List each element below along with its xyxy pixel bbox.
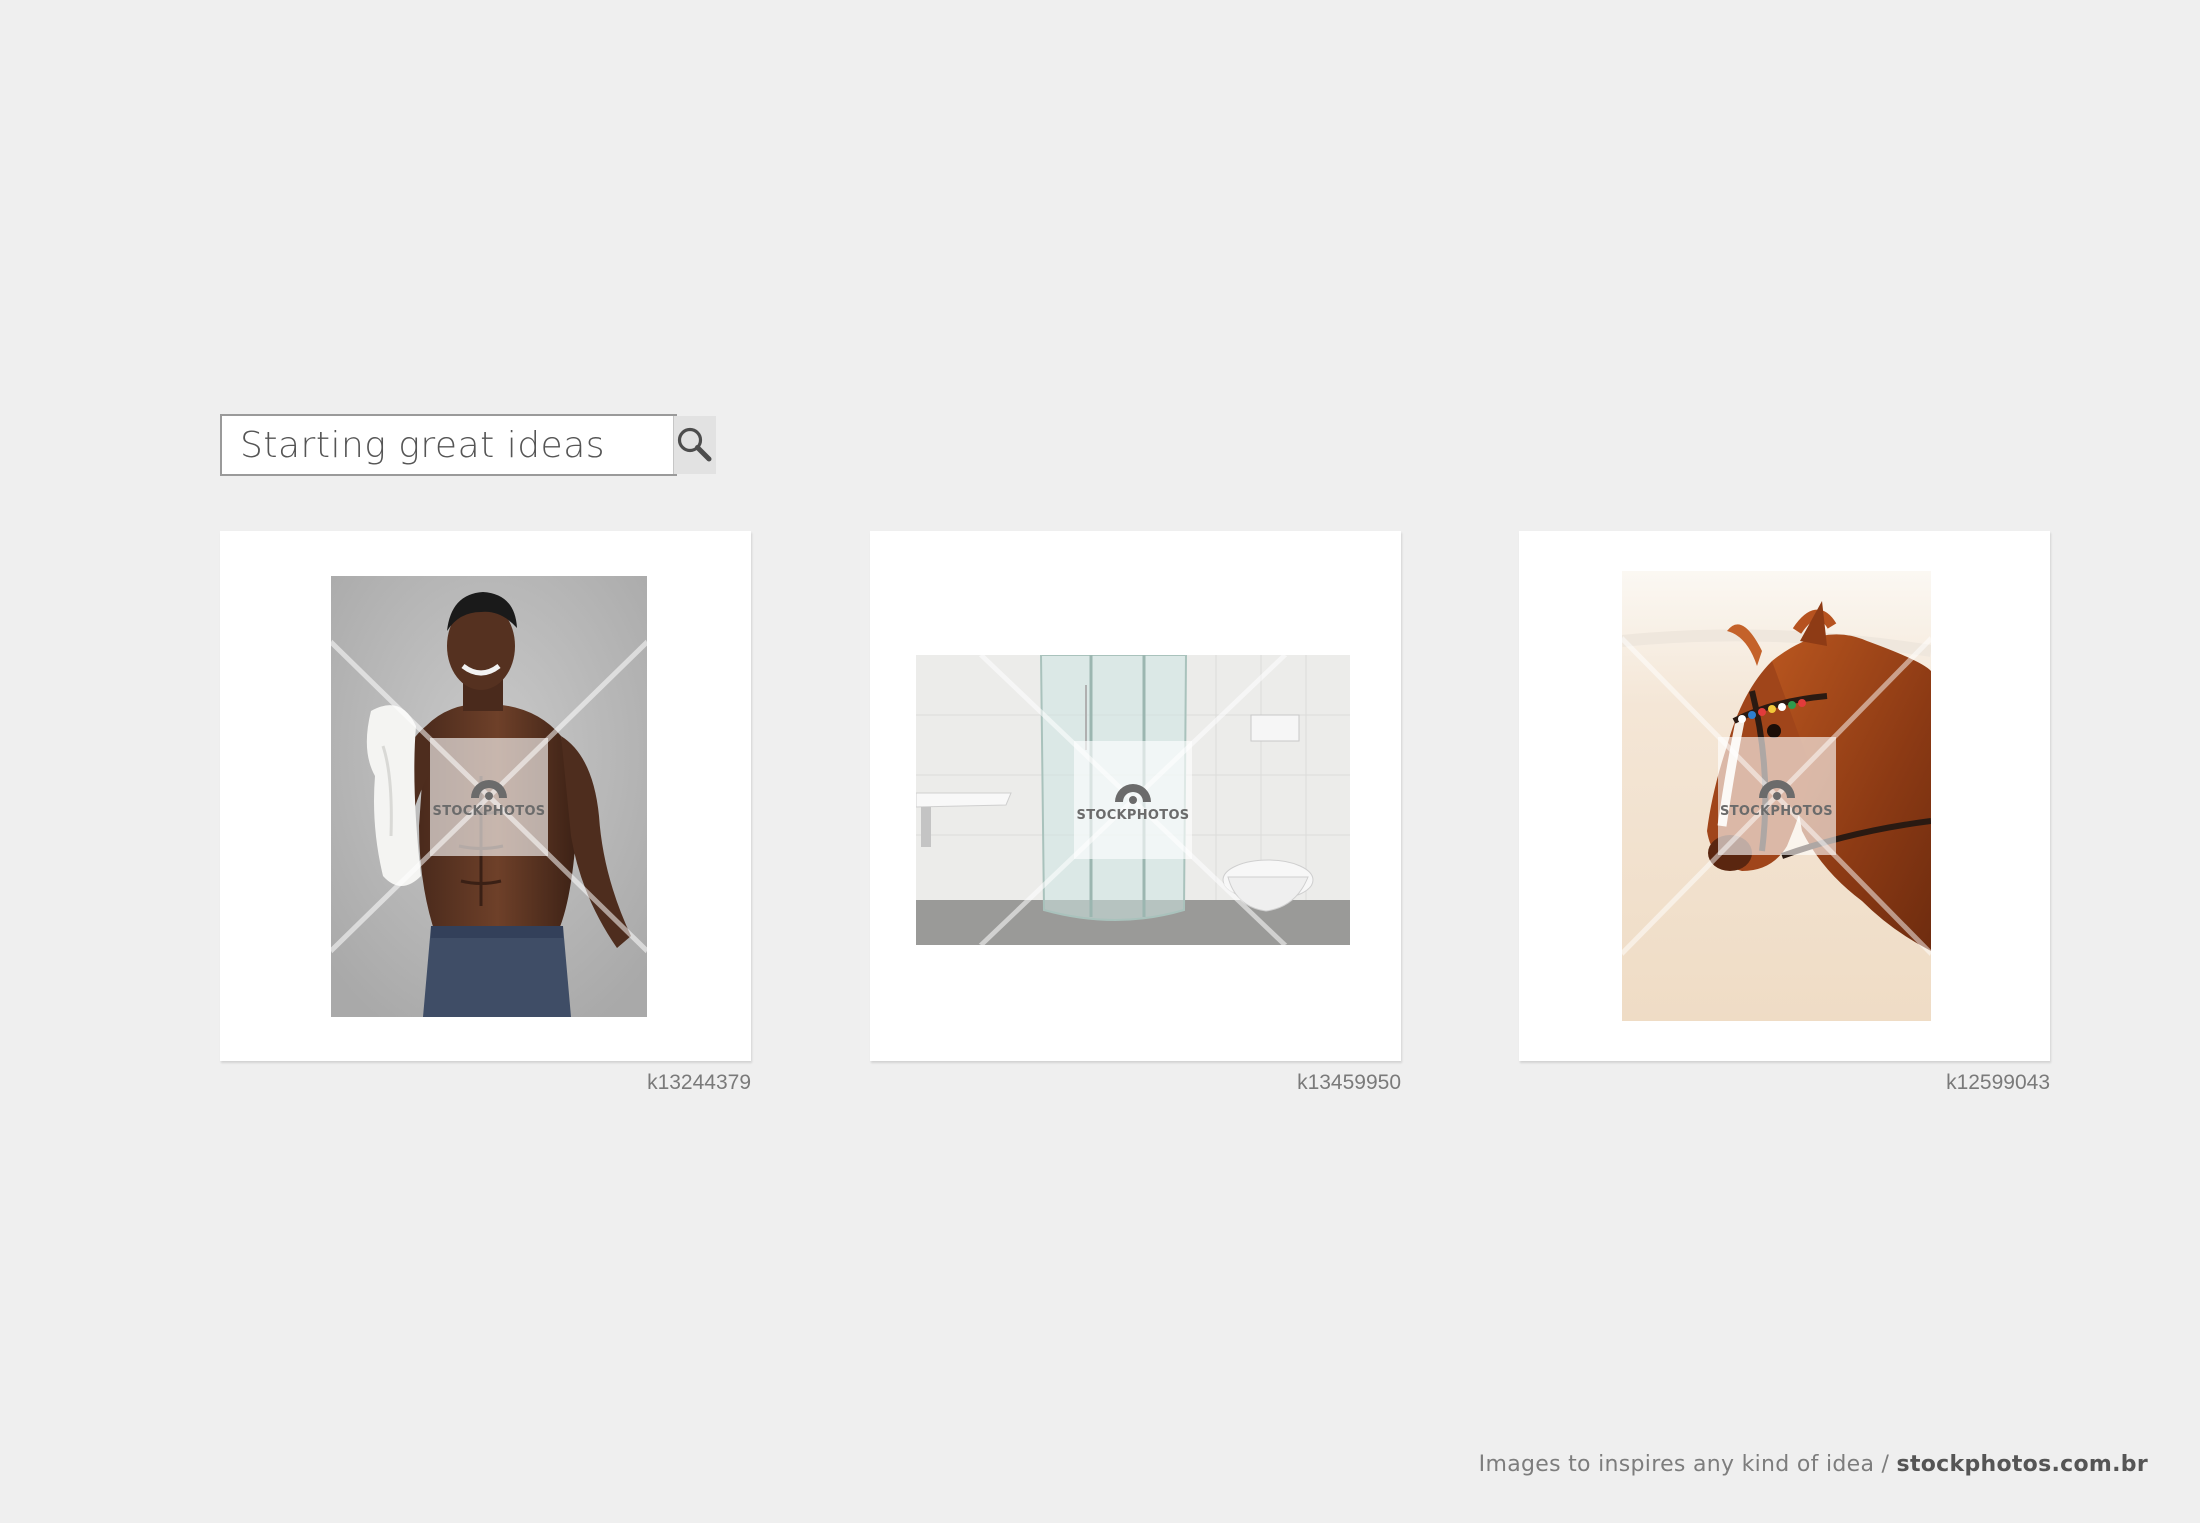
stockphotos-logo-icon bbox=[471, 780, 507, 800]
watermark: STOCKPHOTOS bbox=[430, 737, 548, 856]
stockphotos-logo-icon bbox=[1115, 783, 1151, 804]
search-button[interactable] bbox=[673, 416, 716, 474]
result-image-2[interactable]: STOCKPHOTOS bbox=[916, 655, 1350, 945]
result-card-3[interactable]: STOCKPHOTOS bbox=[1519, 531, 2050, 1061]
result-image-1[interactable]: STOCKPHOTOS bbox=[331, 576, 647, 1017]
watermark: STOCKPHOTOS bbox=[1717, 737, 1836, 855]
watermark-text: STOCKPHOTOS bbox=[1076, 807, 1190, 823]
watermark-text: STOCKPHOTOS bbox=[1720, 803, 1833, 819]
search-input[interactable] bbox=[222, 416, 673, 474]
result-image-3[interactable]: STOCKPHOTOS bbox=[1622, 571, 1931, 1021]
image-code-1: k13244379 bbox=[647, 1071, 751, 1094]
result-card-2[interactable]: STOCKPHOTOS bbox=[870, 531, 1401, 1061]
footer-tagline: Images to inspires any kind of idea / st… bbox=[1479, 1452, 2148, 1477]
search-icon bbox=[677, 427, 712, 462]
footer-text: Images to inspires any kind of idea / bbox=[1478, 1452, 1897, 1477]
image-code-2: k13459950 bbox=[1297, 1071, 1401, 1094]
watermark: STOCKPHOTOS bbox=[1074, 741, 1192, 859]
watermark-text: STOCKPHOTOS bbox=[432, 804, 546, 819]
result-card-1[interactable]: STOCKPHOTOS bbox=[220, 531, 751, 1061]
search-bar bbox=[220, 414, 716, 476]
stockphotos-logo-icon bbox=[1758, 779, 1795, 800]
image-code-3: k12599043 bbox=[1946, 1071, 2050, 1094]
footer-site-link[interactable]: stockphotos.com.br bbox=[1897, 1452, 2148, 1477]
